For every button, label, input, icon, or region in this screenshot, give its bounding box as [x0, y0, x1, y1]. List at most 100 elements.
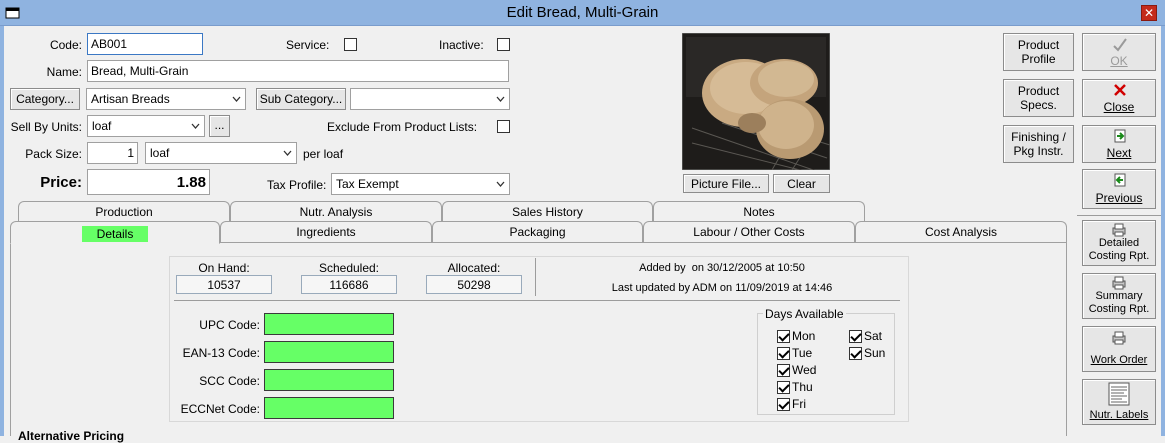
finishing-instructions-label: Finishing / Pkg Instr.: [1011, 130, 1066, 158]
day-thu-label: Thu: [792, 380, 813, 394]
summary-costing-report-button[interactable]: Summary Costing Rpt.: [1082, 273, 1156, 319]
sell-by-select[interactable]: loaf: [87, 115, 205, 137]
next-record-icon: [1114, 129, 1126, 143]
tab-packaging[interactable]: Packaging: [432, 221, 643, 242]
upc-code-input[interactable]: [264, 313, 394, 335]
sub-category-button[interactable]: Sub Category...: [256, 88, 346, 110]
on-hand-value: 10537: [176, 275, 272, 294]
exclude-label: Exclude From Product Lists:: [327, 120, 478, 134]
service-checkbox[interactable]: [344, 38, 357, 51]
previous-label: Previous: [1095, 191, 1143, 205]
chevron-down-icon: [232, 96, 241, 102]
nutrition-labels-button[interactable]: Nutr. Labels: [1082, 379, 1156, 425]
next-button[interactable]: Next: [1082, 125, 1156, 163]
day-wed-checkbox[interactable]: [777, 364, 790, 377]
days-available-title: Days Available: [763, 307, 846, 321]
finishing-instructions-button[interactable]: Finishing / Pkg Instr.: [1003, 125, 1074, 163]
day-fri-checkbox[interactable]: [777, 398, 790, 411]
inactive-checkbox[interactable]: [497, 38, 510, 51]
chevron-down-icon: [496, 96, 505, 102]
previous-record-icon: [1114, 173, 1126, 187]
detailed-costing-report-button[interactable]: Detailed Costing Rpt.: [1082, 220, 1156, 266]
scc-code-input[interactable]: [264, 369, 394, 391]
close-button[interactable]: Close: [1082, 79, 1156, 117]
price-input[interactable]: 1.88: [87, 169, 210, 195]
category-select[interactable]: Artisan Breads: [86, 88, 246, 110]
checkmark-icon: [1113, 38, 1127, 52]
category-value: Artisan Breads: [91, 92, 170, 106]
code-label: Code:: [49, 38, 82, 52]
tax-profile-select[interactable]: Tax Exempt: [331, 173, 510, 195]
tab-production[interactable]: Production: [18, 201, 230, 223]
window-border-left: [0, 26, 4, 436]
product-specs-button[interactable]: Product Specs.: [1003, 79, 1074, 117]
ok-button[interactable]: OK: [1082, 33, 1156, 71]
chevron-down-icon: [191, 123, 200, 129]
product-profile-label: Product Profile: [1017, 38, 1060, 66]
day-mon-checkbox[interactable]: [777, 330, 790, 343]
window-title: Edit Bread, Multi-Grain: [506, 4, 659, 21]
alternative-pricing-label: Alternative Pricing: [18, 429, 125, 443]
day-fri-label: Fri: [792, 397, 806, 411]
ean13-code-label: EAN-13 Code:: [182, 346, 260, 360]
ok-label: OK: [1110, 54, 1128, 68]
day-sat-label: Sat: [864, 329, 883, 343]
app-icon: [5, 7, 20, 19]
picture-file-button[interactable]: Picture File...: [683, 174, 769, 193]
tab-labour-costs[interactable]: Labour / Other Costs: [643, 221, 855, 242]
scheduled-label: Scheduled:: [318, 261, 380, 275]
eccnet-code-label: ECCNet Code:: [180, 402, 260, 416]
eccnet-code-input[interactable]: [264, 397, 394, 419]
pack-unit-select[interactable]: loaf: [145, 142, 297, 164]
close-label: Close: [1103, 100, 1135, 114]
tab-sales-history[interactable]: Sales History: [442, 201, 653, 223]
pack-size-label: Pack Size:: [25, 147, 82, 161]
day-sun-checkbox[interactable]: [849, 347, 862, 360]
chevron-down-icon: [283, 150, 292, 156]
exclude-checkbox[interactable]: [497, 120, 510, 133]
scheduled-value: 116686: [301, 275, 397, 294]
detailed-costing-label: Detailed Costing Rpt.: [1088, 237, 1150, 262]
allocated-value: 50298: [426, 275, 522, 294]
ellipsis-button[interactable]: ...: [209, 115, 230, 137]
per-unit-text: per loaf: [303, 147, 344, 161]
tab-cost-analysis[interactable]: Cost Analysis: [855, 221, 1067, 242]
title-bar: Edit Bread, Multi-Grain: [0, 0, 1165, 26]
window-close-button[interactable]: ✕: [1141, 5, 1157, 21]
upc-code-label: UPC Code:: [199, 318, 260, 332]
day-tue-checkbox[interactable]: [777, 347, 790, 360]
day-sat-checkbox[interactable]: [849, 330, 862, 343]
code-input[interactable]: AB001: [87, 33, 203, 55]
next-label: Next: [1106, 146, 1132, 160]
nutrition-labels-label: Nutr. Labels: [1089, 409, 1149, 421]
sub-category-select[interactable]: [350, 88, 510, 110]
chevron-down-icon: [496, 181, 505, 187]
day-thu-checkbox[interactable]: [777, 381, 790, 394]
tax-profile-label: Tax Profile:: [267, 178, 327, 192]
work-order-button[interactable]: Work Order: [1082, 326, 1156, 372]
product-profile-button[interactable]: Product Profile: [1003, 33, 1074, 71]
red-x-icon: [1114, 84, 1126, 96]
tab-notes[interactable]: Notes: [653, 201, 865, 223]
tab-details[interactable]: Details: [10, 221, 220, 244]
on-hand-label: On Hand:: [198, 261, 250, 275]
tab-nutr-analysis[interactable]: Nutr. Analysis: [230, 201, 442, 223]
tab-ingredients[interactable]: Ingredients: [220, 221, 432, 242]
previous-button[interactable]: Previous: [1082, 169, 1156, 209]
day-mon-label: Mon: [792, 329, 816, 343]
category-button[interactable]: Category...: [10, 88, 80, 110]
side-divider: [1077, 215, 1161, 216]
clear-picture-button[interactable]: Clear: [773, 174, 830, 193]
summary-costing-label: Summary Costing Rpt.: [1088, 290, 1150, 315]
inactive-label: Inactive:: [439, 38, 484, 52]
window-border-right: [1161, 26, 1165, 436]
ean13-code-input[interactable]: [264, 341, 394, 363]
name-input[interactable]: Bread, Multi-Grain: [87, 60, 509, 82]
product-specs-label: Product Specs.: [1017, 84, 1060, 112]
day-wed-label: Wed: [792, 363, 817, 377]
sell-by-label: Sell By Units:: [10, 120, 82, 134]
printer-icon: [1112, 331, 1126, 345]
allocated-label: Allocated:: [447, 261, 501, 275]
stock-divider: [535, 258, 536, 296]
pack-size-input[interactable]: 1: [87, 142, 138, 164]
